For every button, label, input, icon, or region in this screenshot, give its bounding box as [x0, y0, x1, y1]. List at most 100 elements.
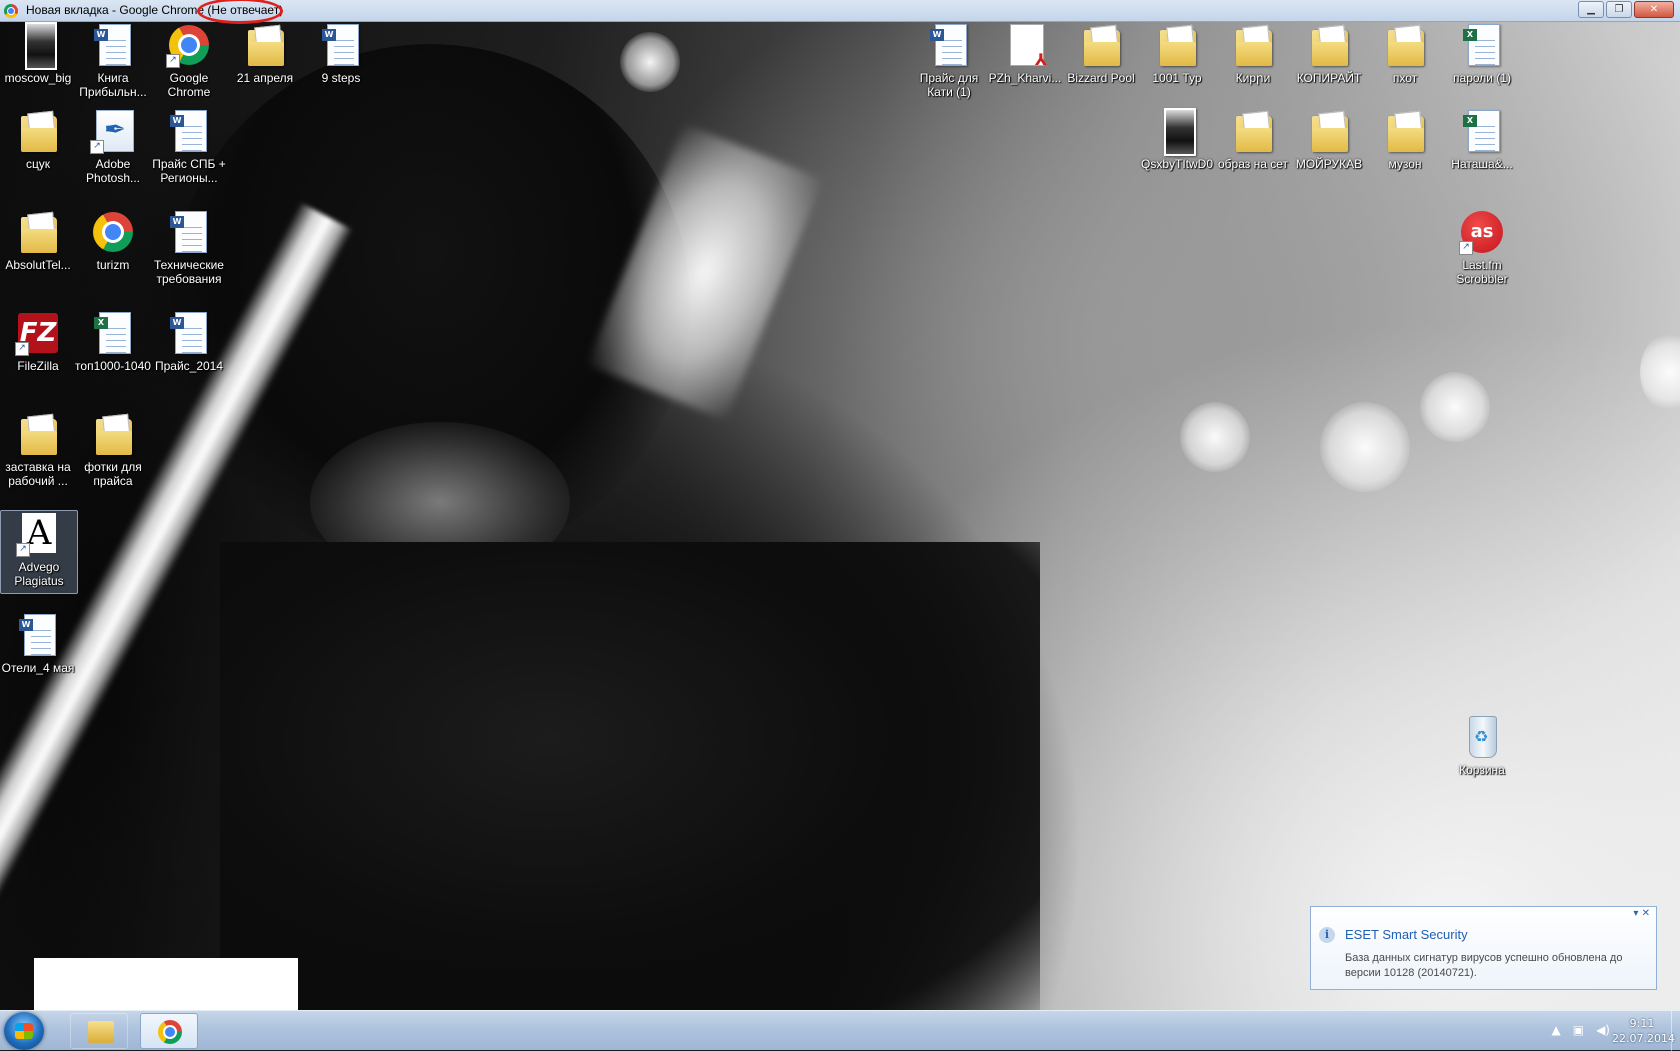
wallpaper-jacket — [220, 542, 1040, 1010]
clock[interactable]: 9:11 22.07.2014 — [1612, 1016, 1675, 1046]
info-icon: i — [1319, 927, 1335, 943]
window-title-bar[interactable]: Новая вкладка - Google Chrome (Не отвеча… — [0, 0, 1680, 24]
desktop-icon-absoluttel[interactable]: AbsolutTel... — [0, 209, 76, 272]
desktop-icon-natasha[interactable]: X Наташа&... — [1444, 108, 1520, 171]
chrome-icon — [158, 1020, 182, 1044]
desktop-icon-advego-plagiatus[interactable]: A ↗ Advego Plagiatus — [0, 510, 78, 594]
desktop-icon-pzh-kharvi[interactable]: PZh_Kharvi... — [987, 22, 1063, 85]
show-hidden-icons-icon[interactable]: ▲ — [1552, 1023, 1561, 1037]
taskbar: ▲ ▣ ◀) 9:11 22.07.2014 — [0, 1010, 1680, 1051]
icon-label: Прайс СПБ + Регионы... — [152, 157, 226, 185]
start-button[interactable] — [4, 1012, 44, 1050]
desktop-icon-obraz-na-set[interactable]: образ на сет — [1215, 108, 1291, 171]
close-button[interactable]: ✕ — [1634, 1, 1674, 18]
word-badge: W — [170, 115, 184, 127]
shortcut-arrow-icon: ↗ — [90, 140, 104, 154]
icon-label: топ1000-1040 — [75, 359, 151, 373]
desktop-icon-kirri[interactable]: Кирրи — [1215, 22, 1291, 85]
desktop-icon-oteli-4-maya[interactable]: W Отели_4 мая — [0, 612, 76, 675]
icon-label: фотки для прайса — [84, 460, 142, 488]
volume-icon[interactable]: ◀) — [1596, 1023, 1610, 1037]
folder-icon — [1236, 116, 1272, 152]
shortcut-arrow-icon: ↗ — [15, 342, 29, 356]
desktop-icon-prais-dlya-kati[interactable]: W Прайс для Кати (1) — [911, 22, 987, 99]
desktop-icon-kniga[interactable]: W Книга Прибыльн... — [75, 22, 151, 99]
desktop-icon-filezilla[interactable]: FZ ↗ FileZilla — [0, 310, 76, 373]
icon-label: пхот — [1392, 71, 1418, 85]
word-badge: W — [322, 29, 336, 41]
icon-label: 21 апреля — [236, 71, 294, 85]
network-icon[interactable]: ▣ — [1573, 1023, 1584, 1037]
icon-label: Наташа&... — [1451, 157, 1513, 171]
eset-notification[interactable]: ▾ ✕ i ESET Smart Security База данных си… — [1310, 906, 1657, 990]
taskbar-chrome-button[interactable] — [140, 1013, 198, 1049]
desktop-icon-recycle-bin[interactable]: Корзина — [1444, 714, 1520, 777]
desktop-icon-lastfm-scrobbler[interactable]: as ↗ Last.fm Scrobbler — [1444, 209, 1520, 286]
desktop-icon-tekhnicheskie-trebovaniya[interactable]: W Технические требования — [151, 209, 227, 286]
desktop-icon-fotki-dlya-praisa[interactable]: фотки для прайса — [75, 411, 151, 488]
desktop-icon-zastavka[interactable]: заставка на рабочий ... — [0, 411, 76, 488]
not-responding-highlight — [197, 0, 283, 24]
word-badge: W — [170, 317, 184, 329]
icon-label: moscow_big — [4, 71, 72, 85]
icon-label: Технические требования — [154, 258, 224, 286]
maximize-button[interactable]: ❐ — [1606, 1, 1632, 18]
icon-label: Last.fm Scrobbler — [1456, 258, 1508, 286]
desktop-icon-bizzard-pool[interactable]: Bizzard Pool — [1063, 22, 1139, 85]
folder-icon — [1388, 116, 1424, 152]
wallpaper-light — [1640, 332, 1680, 412]
icon-label: PZh_Kharvi... — [988, 71, 1062, 85]
desktop-icon-turizm[interactable]: turizm — [75, 209, 151, 272]
folder-icon — [1236, 30, 1272, 66]
desktop-icon-qsxbytitwd0[interactable]: QsxbyTItwD0 — [1139, 108, 1215, 171]
folder-icon — [1312, 116, 1348, 152]
word-document-icon: W — [322, 24, 359, 66]
desktop-icon-top1000[interactable]: X топ1000-1040 — [75, 310, 151, 373]
word-badge: W — [19, 619, 33, 631]
word-document-icon: W — [19, 614, 56, 656]
icon-label: КОПИРАЙТ — [1296, 71, 1362, 85]
folder-icon — [21, 217, 57, 253]
icon-label: FileZilla — [17, 359, 59, 373]
desktop-icon-phot[interactable]: пхот — [1367, 22, 1443, 85]
minimize-button[interactable]: ▁ — [1578, 1, 1604, 18]
desktop-icon-1001-tur[interactable]: 1001 Тур — [1139, 22, 1215, 85]
image-file-icon — [1164, 108, 1196, 156]
desktop-icon-prais-spb[interactable]: W Прайс СПБ + Регионы... — [151, 108, 227, 185]
excel-badge: X — [94, 317, 108, 329]
folder-icon — [1388, 30, 1424, 66]
desktop-icon-9-steps[interactable]: W 9 steps — [303, 22, 379, 85]
folder-icon — [1160, 30, 1196, 66]
word-document-icon: W — [170, 312, 207, 354]
wallpaper-light — [620, 32, 680, 92]
taskbar-explorer-button[interactable] — [70, 1013, 128, 1049]
icon-label: Книга Прибыльн... — [79, 71, 147, 99]
desktop-icon-scuk[interactable]: сцук — [0, 108, 76, 171]
excel-badge: X — [1463, 115, 1477, 127]
word-badge: W — [94, 29, 108, 41]
excel-document-icon: X — [1463, 110, 1500, 152]
icon-label: МОЙРУКАВ — [1295, 157, 1363, 171]
excel-document-icon: X — [1463, 24, 1500, 66]
desktop-icon-prais-2014[interactable]: W Прайс_2014 — [151, 310, 227, 373]
icon-label: Advego Plagiatus — [14, 560, 64, 588]
desktop-icon-moirukav[interactable]: МОЙРУКАВ — [1291, 108, 1367, 171]
folder-icon — [88, 1021, 114, 1043]
icon-label: 1001 Тур — [1152, 71, 1202, 85]
desktop-icon-muzon[interactable]: музон — [1367, 108, 1443, 171]
shortcut-arrow-icon: ↗ — [1459, 241, 1473, 255]
wallpaper-light — [1420, 372, 1490, 442]
excel-document-icon: X — [94, 312, 131, 354]
desktop-icon-adobe-photoshop[interactable]: ↗ Adobe Photosh... — [75, 108, 151, 185]
desktop-icon-kopirait[interactable]: КОПИРАЙТ — [1291, 22, 1367, 85]
icon-label: QsxbyTItwD0 — [1140, 157, 1213, 171]
show-desktop-button[interactable] — [1671, 1011, 1680, 1051]
desktop-icon-21-aprelya[interactable]: 21 апреля — [227, 22, 303, 85]
desktop-icon-paroli[interactable]: X пароли (1) — [1444, 22, 1520, 85]
blank-window-region — [34, 958, 298, 1010]
desktop-icon-google-chrome[interactable]: ↗ Google Chrome — [151, 22, 227, 99]
desktop-icon-moscow-big[interactable]: moscow_big — [0, 22, 76, 85]
word-document-icon: W — [170, 110, 207, 152]
folder-icon — [248, 30, 284, 66]
notification-controls[interactable]: ▾ ✕ — [1633, 908, 1650, 919]
